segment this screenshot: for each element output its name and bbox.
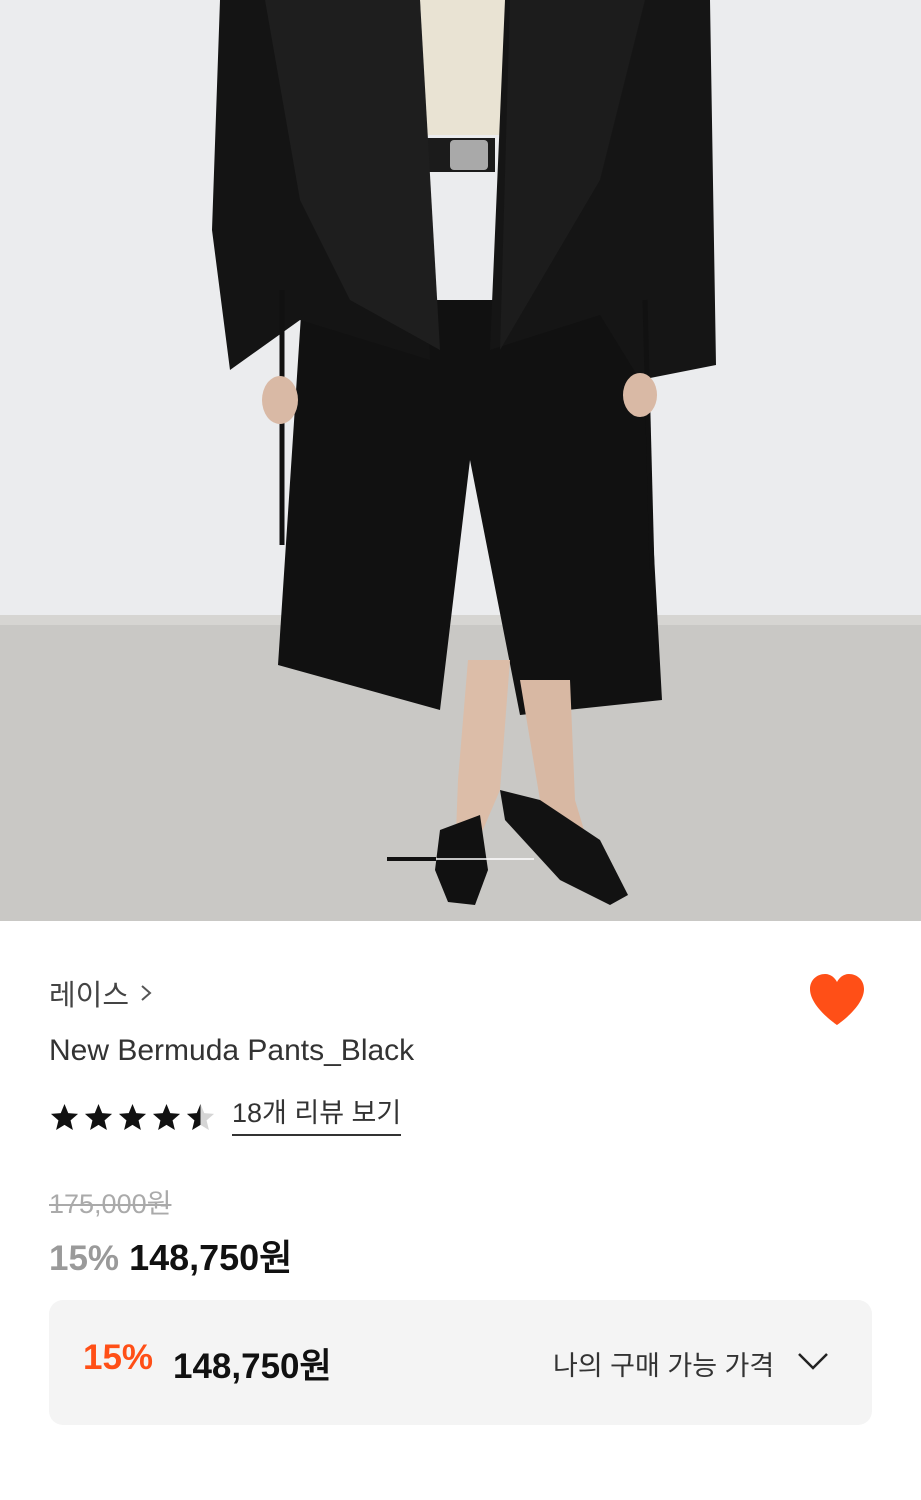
sale-price-row: 15% 148,750원 — [49, 1229, 292, 1281]
product-image[interactable] — [0, 0, 921, 921]
my-price-discount: 15% — [83, 1338, 154, 1377]
brand-name: 레이스 — [49, 980, 130, 1012]
my-price-label: 나의 구매 가능 가격 — [553, 1351, 775, 1381]
chevron-down-icon[interactable] — [795, 1348, 831, 1374]
rating-row: 18개 리뷰 보기 — [49, 1098, 402, 1136]
star-icon — [50, 1103, 79, 1130]
rating-stars — [49, 1102, 216, 1133]
star-half-icon — [186, 1103, 215, 1130]
star-icon — [152, 1103, 181, 1130]
original-price: 175,000원 — [49, 1189, 172, 1219]
product-photo — [0, 0, 921, 921]
review-link[interactable]: 18개 리뷰 보기 — [232, 1098, 402, 1136]
discount-percent: 15% — [49, 1239, 120, 1278]
brand-link[interactable]: 레이스 — [49, 972, 153, 1014]
sale-price: 148,750원 — [129, 1237, 293, 1278]
gallery-indicator — [387, 857, 534, 861]
my-price-value: 148,750원 — [173, 1347, 332, 1386]
product-title: New Bermuda Pants_Black — [49, 1034, 415, 1067]
gallery-indicator-fill — [387, 857, 436, 861]
star-icon — [118, 1103, 147, 1130]
chevron-right-icon — [141, 985, 152, 1001]
star-icon — [84, 1103, 113, 1130]
my-price-box[interactable]: 15% 148,750원 나의 구매 가능 가격 — [49, 1300, 872, 1425]
heart-icon[interactable] — [808, 973, 866, 1027]
